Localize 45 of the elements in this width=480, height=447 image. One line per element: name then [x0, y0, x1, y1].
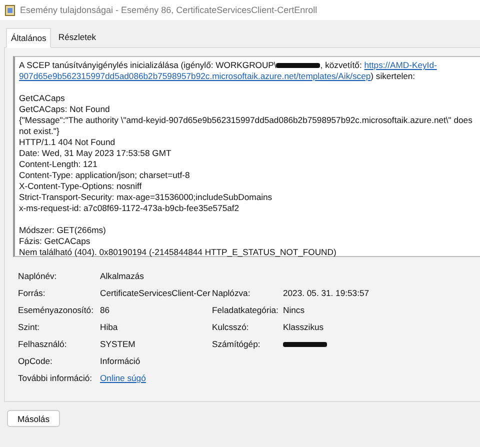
property-label: Felhasználó: — [18, 339, 68, 350]
message-line: Content-Length: 121 — [19, 159, 98, 170]
property-value: 2023. 05. 31. 19:53:57 — [283, 288, 370, 299]
message-line: Content-Type: application/json; charset=utf-8 — [19, 170, 191, 181]
redaction-mark — [276, 63, 320, 68]
tab[interactable]: Részletek — [53, 28, 102, 47]
property-label: Feladatkategória: — [212, 305, 280, 316]
property-label: Számítógép: — [212, 339, 262, 350]
copy-button[interactable]: Másolás — [7, 410, 60, 427]
property-value: Információ — [100, 356, 142, 367]
message-line: Nem található (404). 0x80190194 (-2145844844 HTTP_E_STATUS_NOT_FOUND) — [19, 247, 338, 258]
property-value: Hiba — [100, 322, 119, 333]
property-label: További információ: — [18, 373, 94, 384]
message-line: Módszer: GET(266ms) — [19, 225, 107, 236]
url-link[interactable]: 907d65e9b562315997dd5ad086b2b7598957b92c.microsoftaik.azure.net/templates/Aik/scep — [19, 71, 371, 81]
property-label: Szint: — [18, 322, 40, 333]
message-intro: 907d65e9b562315997dd5ad086b2b7598957b92c.microsoftaik.azure.net/templates/Aik/scep) sikertelen: — [19, 71, 416, 82]
message-line: Date: Wed, 31 May 2023 17:53:58 GMT — [19, 148, 172, 159]
help-link[interactable]: Online súgó — [100, 373, 146, 383]
message-line: GetCACaps: Not Found — [19, 104, 111, 115]
property-value: Alkalmazás — [100, 271, 145, 282]
property-value: Klasszikus — [283, 322, 325, 333]
message-line: GetCACaps — [19, 93, 66, 104]
tab[interactable]: Általános — [6, 28, 52, 48]
message-intro: A SCEP tanúsítványigénylés inicializálása (igénylő: WORKGROUP\ , közvetítő: https://AMD-KeyId- — [19, 60, 438, 71]
property-label: OpCode: — [18, 356, 54, 367]
property-value: 86 — [100, 305, 111, 316]
property-label: Kulcsszó: — [212, 322, 250, 333]
property-value: SYSTEM — [100, 339, 136, 350]
message-line: Strict-Transport-Security: max-age=31536000;includeSubDomains — [19, 192, 274, 203]
message-line: x-ms-request-id: a7c08f69-1172-473a-b9cb-fee35e575af2 — [19, 203, 240, 214]
message-line: {"Message":"The authority \"amd-keyid-907d65e9b562315997dd5ad086b2b7598957b92c.microsoftaik.azure.net\" does not exist."} — [19, 115, 474, 137]
window-title: Esemény tulajdonságai - Esemény 86, CertificateServicesClient-CertEnroll — [20, 5, 318, 15]
event-log-icon — [5, 4, 15, 16]
property-label: Naplónév: — [18, 271, 58, 282]
property-value: Nincs — [283, 305, 306, 316]
property-label: Eseményazonosító: — [18, 305, 94, 316]
url-link[interactable]: https://AMD-KeyId- — [364, 60, 437, 70]
message-line: X-Content-Type-Options: nosniff — [19, 181, 143, 192]
property-label: Naplózva: — [212, 288, 252, 299]
message-line: Fázis: GetCACaps — [19, 236, 92, 247]
redaction-mark — [283, 342, 327, 348]
message-line: HTTP/1.1 404 Not Found — [19, 137, 116, 148]
property-label: Forrás: — [18, 288, 46, 299]
property-value: CertificateServicesClient-Cer — [100, 288, 212, 299]
